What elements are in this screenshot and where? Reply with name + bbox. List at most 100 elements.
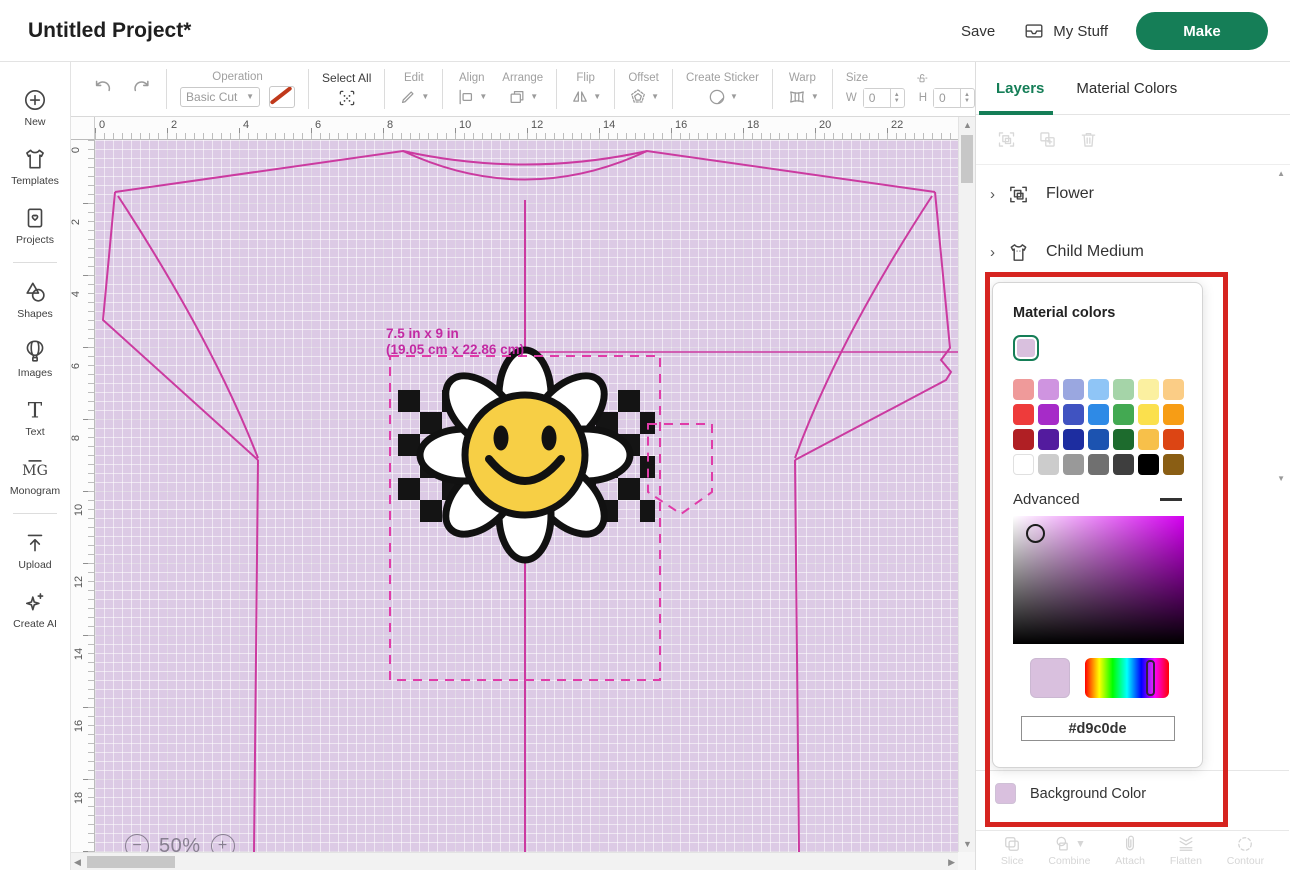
palette-swatch-r2-c2[interactable]	[1063, 429, 1084, 450]
slice-button[interactable]: Slice	[1001, 834, 1024, 867]
hex-color-input[interactable]	[1021, 716, 1175, 741]
horizontal-scrollbar[interactable]: ◀ ▶	[71, 852, 958, 870]
sidebar-item-new[interactable]: New	[0, 78, 70, 137]
attach-button[interactable]: Attach	[1115, 834, 1145, 867]
palette-swatch-r0-c6[interactable]	[1163, 379, 1184, 400]
vertical-scroll-thumb[interactable]	[961, 135, 973, 183]
chevron-right-icon[interactable]: ›	[990, 244, 995, 261]
combine-button[interactable]: ▼ Combine	[1048, 834, 1090, 867]
sidebar-item-text[interactable]: T Text	[0, 388, 70, 447]
flower-design[interactable]	[398, 350, 655, 560]
hue-slider[interactable]	[1085, 658, 1169, 698]
flatten-button[interactable]: Flatten	[1170, 834, 1202, 867]
palette-swatch-r2-c6[interactable]	[1163, 429, 1184, 450]
palette-swatch-r3-c4[interactable]	[1113, 454, 1134, 475]
palette-swatch-r2-c1[interactable]	[1038, 429, 1059, 450]
palette-swatch-r1-c1[interactable]	[1038, 404, 1059, 425]
create-sticker-button[interactable]: Create Sticker ▼	[686, 72, 759, 107]
palette-swatch-r2-c5[interactable]	[1138, 429, 1159, 450]
panel-scroll-up-arrow[interactable]: ▲	[1277, 169, 1285, 178]
saturation-brightness-picker[interactable]	[1013, 516, 1184, 644]
undo-button[interactable]	[91, 76, 115, 102]
operation-select[interactable]: Basic Cut ▼	[180, 87, 260, 107]
group-button[interactable]	[996, 129, 1017, 150]
sidebar-item-shapes[interactable]: Shapes	[0, 270, 70, 329]
height-stepper[interactable]: ▲▼	[960, 89, 973, 107]
gradient-cursor[interactable]	[1026, 524, 1045, 543]
tab-material-colors[interactable]: Material Colors	[1076, 80, 1177, 97]
palette-swatch-r2-c4[interactable]	[1113, 429, 1134, 450]
palette-swatch-r1-c5[interactable]	[1138, 404, 1159, 425]
palette-swatch-r1-c0[interactable]	[1013, 404, 1034, 425]
palette-swatch-r1-c3[interactable]	[1088, 404, 1109, 425]
palette-swatch-r0-c5[interactable]	[1138, 379, 1159, 400]
warp-button[interactable]: Warp ▼	[786, 72, 819, 107]
arrange-button[interactable]: Arrange ▼	[502, 72, 543, 107]
height-field[interactable]: ▲▼	[933, 88, 975, 108]
trash-button[interactable]	[1078, 129, 1099, 150]
palette-swatch-r3-c3[interactable]	[1088, 454, 1109, 475]
palette-swatch-r0-c2[interactable]	[1063, 379, 1084, 400]
align-button[interactable]: Align ▼	[456, 72, 487, 107]
lock-open-icon[interactable]	[914, 71, 930, 85]
contour-button[interactable]: Contour	[1227, 834, 1264, 867]
scroll-down-arrow[interactable]: ▼	[963, 839, 972, 849]
make-button[interactable]: Make	[1136, 12, 1268, 50]
palette-swatch-r3-c5[interactable]	[1138, 454, 1159, 475]
palette-swatch-r2-c0[interactable]	[1013, 429, 1034, 450]
canvas-grid[interactable]: 7.5 in x 9 in (19.05 cm x 22.86 cm) − 50…	[95, 140, 958, 852]
select-all-button[interactable]: Select All	[322, 71, 371, 108]
sparkle-icon	[22, 589, 48, 615]
palette-swatch-r3-c6[interactable]	[1163, 454, 1184, 475]
collapse-advanced-button[interactable]	[1160, 498, 1182, 501]
sidebar-item-images[interactable]: Images	[0, 329, 70, 388]
scroll-up-arrow[interactable]: ▲	[963, 120, 972, 130]
tshirt-icon	[22, 146, 48, 172]
edit-menu-button[interactable]: Edit ▼	[398, 72, 429, 107]
background-color-swatch[interactable]	[995, 783, 1016, 804]
palette-swatch-r1-c2[interactable]	[1063, 404, 1084, 425]
height-input[interactable]	[934, 89, 960, 107]
palette-swatch-r1-c6[interactable]	[1163, 404, 1184, 425]
h-ruler-label: 18	[747, 119, 759, 131]
save-button[interactable]: Save	[961, 23, 995, 40]
palette-swatch-r3-c2[interactable]	[1063, 454, 1084, 475]
palette-swatch-r0-c3[interactable]	[1088, 379, 1109, 400]
duplicate-button[interactable]	[1037, 129, 1058, 150]
layer-row-flower[interactable]: › Flower	[976, 165, 1290, 223]
palette-swatch-r0-c0[interactable]	[1013, 379, 1034, 400]
palette-swatch-r1-c4[interactable]	[1113, 404, 1134, 425]
palette-swatch-r3-c0[interactable]	[1013, 454, 1034, 475]
chevron-down-icon: ▼	[1075, 838, 1085, 850]
layer-row-child-medium[interactable]: › Child Medium	[976, 223, 1290, 281]
chevron-right-icon[interactable]: ›	[990, 186, 995, 203]
sidebar-item-create-ai[interactable]: Create AI	[0, 580, 70, 639]
width-field[interactable]: ▲▼	[863, 88, 905, 108]
redo-button[interactable]	[129, 76, 153, 102]
sidebar-item-projects[interactable]: Projects	[0, 196, 70, 255]
tab-layers[interactable]: Layers	[996, 80, 1044, 97]
panel-scroll-down-arrow[interactable]: ▼	[1277, 474, 1285, 483]
selected-material-swatch[interactable]	[1013, 335, 1039, 361]
my-stuff-button[interactable]: My Stuff	[1023, 20, 1108, 42]
sidebar-item-upload[interactable]: Upload	[0, 521, 70, 580]
scroll-left-arrow[interactable]: ◀	[74, 857, 81, 868]
horizontal-scroll-thumb[interactable]	[87, 856, 175, 868]
palette-swatch-r0-c4[interactable]	[1113, 379, 1134, 400]
v-ruler-label: 4	[70, 291, 82, 297]
current-color-swatch[interactable]	[1030, 658, 1070, 698]
offset-button[interactable]: Offset ▼	[628, 72, 659, 107]
vertical-scrollbar[interactable]: ▲ ▼	[958, 117, 975, 852]
pen-color-swatch[interactable]	[269, 86, 295, 108]
hue-slider-handle[interactable]	[1146, 660, 1155, 696]
palette-swatch-r3-c1[interactable]	[1038, 454, 1059, 475]
sidebar-item-templates[interactable]: Templates	[0, 137, 70, 196]
scroll-right-arrow[interactable]: ▶	[948, 857, 955, 868]
palette-swatch-r0-c1[interactable]	[1038, 379, 1059, 400]
palette-swatch-r2-c3[interactable]	[1088, 429, 1109, 450]
sidebar-item-monogram[interactable]: MG Monogram	[0, 447, 70, 506]
monogram-icon: MG	[22, 456, 48, 482]
flip-button[interactable]: Flip ▼	[570, 72, 601, 107]
width-stepper[interactable]: ▲▼	[890, 89, 903, 107]
width-input[interactable]	[864, 89, 890, 107]
